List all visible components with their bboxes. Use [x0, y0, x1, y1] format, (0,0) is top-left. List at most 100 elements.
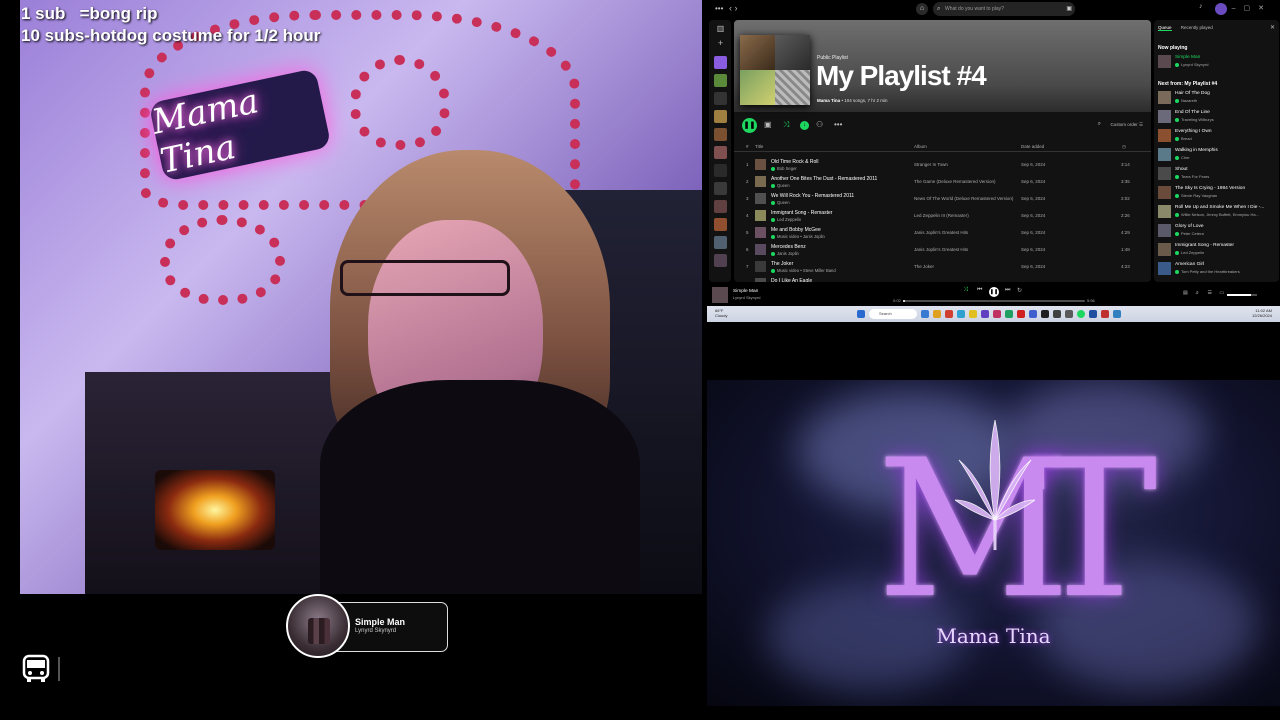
app-icon[interactable]	[857, 310, 865, 318]
library-item[interactable]	[714, 128, 727, 141]
playlist-owner[interactable]: Mama Tina	[817, 98, 840, 103]
player-title[interactable]: Simple Man	[733, 289, 758, 294]
bell-icon[interactable]: ♪	[1199, 3, 1203, 10]
app-icon[interactable]	[921, 310, 929, 318]
track-artist[interactable]: Led Zeppelin	[771, 217, 801, 222]
avatar[interactable]	[1215, 3, 1227, 15]
app-icon[interactable]	[969, 310, 977, 318]
track-artist[interactable]: Queen	[771, 183, 790, 188]
track-album[interactable]: Janis Joplin's Greatest Hits	[914, 247, 968, 252]
track-album[interactable]: The Joker	[914, 264, 934, 269]
preview-icon[interactable]: ▣	[764, 120, 772, 129]
queue-item[interactable]: American Girl Tom Petty and the Heartbrea…	[1158, 260, 1276, 276]
track-title[interactable]: The Joker	[771, 261, 793, 267]
progress-bar[interactable]	[903, 300, 1085, 302]
previous-icon[interactable]: ⏮	[977, 287, 982, 294]
track-title[interactable]: We Will Rock You - Remastered 2011	[771, 193, 854, 199]
queue-item[interactable]: Shout Tears For Fears	[1158, 165, 1276, 181]
spotify-icon[interactable]	[1077, 310, 1085, 318]
shuffle-icon[interactable]: ⤨	[963, 287, 968, 294]
library-item[interactable]	[714, 92, 727, 105]
track-row[interactable]: 2 Another One Bites The Dust - Remastered…	[734, 173, 1151, 190]
app-icon[interactable]	[981, 310, 989, 318]
app-icon[interactable]	[1017, 310, 1025, 318]
library-item[interactable]	[714, 56, 727, 69]
more-icon[interactable]: •••	[834, 120, 842, 129]
search-icon[interactable]: ⌕	[1098, 121, 1101, 128]
add-icon[interactable]: +	[714, 38, 727, 51]
library-item[interactable]	[714, 164, 727, 177]
track-artist[interactable]: Music video • Steve Miller Band	[771, 268, 836, 273]
app-icon[interactable]	[1065, 310, 1073, 318]
library-item[interactable]	[714, 110, 727, 123]
queue-item[interactable]: Walking in Memphis Cher	[1158, 146, 1276, 162]
queue-item[interactable]: The Sky Is Crying - 1984 Version Stevie R…	[1158, 184, 1276, 200]
app-icon[interactable]	[1029, 310, 1037, 318]
queue-item[interactable]: Everything I Own Bread	[1158, 127, 1276, 143]
track-row[interactable]: 1 Old Time Rock & Roll Bob Seger Stranger I…	[734, 156, 1151, 173]
track-album[interactable]: Led Zeppelin III (Remaster)	[914, 213, 969, 218]
next-icon[interactable]: ⏭	[1005, 287, 1010, 294]
track-row[interactable]: 5 Me and Bobby McGee Music video • Janis J…	[734, 224, 1151, 241]
track-title[interactable]: Do I Like An Eagle	[771, 278, 812, 282]
track-artist[interactable]: Janis Joplin	[771, 251, 799, 256]
queue-item[interactable]: End Of The Line Traveling Wilburys	[1158, 108, 1276, 124]
shuffle-icon[interactable]: ⤨	[783, 120, 789, 130]
track-title[interactable]: Another One Bites The Dust - Remastered …	[771, 176, 877, 182]
app-icon[interactable]	[1089, 310, 1097, 318]
track-album[interactable]: The Game (Deluxe Remastered Version)	[914, 179, 996, 184]
library-item[interactable]	[714, 254, 727, 267]
tab-queue[interactable]: Queue	[1158, 25, 1172, 31]
library-icon[interactable]: ▥	[714, 24, 727, 37]
track-row[interactable]: 3 We Will Rock You - Remastered 2011 Queen…	[734, 190, 1151, 207]
back-arrow-icon[interactable]: ‹ ›	[729, 3, 738, 13]
track-title[interactable]: Old Time Rock & Roll	[771, 159, 819, 165]
queue-item[interactable]: Glory of Love Peter Cetera	[1158, 222, 1276, 238]
library-item[interactable]	[714, 146, 727, 159]
add-user-icon[interactable]: ⚇	[816, 120, 823, 129]
track-album[interactable]: Janis Joplin's Greatest Hits	[914, 230, 968, 235]
library-item[interactable]	[714, 236, 727, 249]
menu-icon[interactable]: •••	[715, 4, 723, 13]
app-icon[interactable]	[933, 310, 941, 318]
sort-dropdown[interactable]: Custom order ☰	[1110, 122, 1143, 128]
queue-item[interactable]: Immigrant Song - Remaster Led Zeppelin	[1158, 241, 1276, 257]
app-icon[interactable]	[1113, 310, 1121, 318]
library-item[interactable]	[714, 218, 727, 231]
window-controls[interactable]: –▢✕	[1232, 4, 1272, 12]
track-album[interactable]: News Of The World (Deluxe Remastered Ver…	[914, 196, 1013, 201]
track-artist[interactable]: Bob Seger	[771, 166, 797, 171]
track-title[interactable]: Mercedes Benz	[771, 244, 806, 250]
app-icon[interactable]	[1041, 310, 1049, 318]
app-icon[interactable]	[993, 310, 1001, 318]
track-artist[interactable]: Queen	[771, 200, 790, 205]
repeat-icon[interactable]: ↻	[1017, 287, 1022, 294]
track-row[interactable]: 4 Immigrant Song - Remaster Led Zeppelin Le…	[734, 207, 1151, 224]
volume-slider[interactable]	[1227, 294, 1257, 296]
track-album[interactable]: Stranger In Town	[914, 162, 948, 167]
queue-now-playing[interactable]: Simple Man Lynyrd Skynyrd	[1158, 53, 1276, 69]
library-item[interactable]	[714, 74, 727, 87]
track-title[interactable]: Me and Bobby McGee	[771, 227, 821, 233]
app-icon[interactable]	[945, 310, 953, 318]
weather-widget[interactable]: 66°F Cloudy	[715, 308, 727, 318]
pause-button[interactable]: ❚❚	[989, 287, 999, 297]
track-row[interactable]: 7 The Joker Music video • Steve Miller Ban…	[734, 258, 1151, 275]
player-artist[interactable]: Lynyrd Skynyrd	[733, 295, 760, 300]
home-icon[interactable]: ⌂	[916, 3, 928, 15]
library-item[interactable]	[714, 182, 727, 195]
system-clock[interactable]: 11:02 AM 12/26/2024	[1252, 308, 1272, 318]
app-icon[interactable]	[1005, 310, 1013, 318]
device-controls[interactable]: ▤ ♬ ☰ ▭	[1183, 290, 1227, 296]
track-artist[interactable]: Music video • Janis Joplin	[771, 234, 825, 239]
browse-icon[interactable]: ▣	[1066, 2, 1072, 16]
track-row[interactable]: 8 Do I Like An Eagle	[734, 275, 1151, 282]
queue-item[interactable]: Hair Of The Dog Nazareth	[1158, 89, 1276, 105]
play-button[interactable]: ❚❚	[742, 118, 757, 133]
search-input[interactable]: ⌕ What do you want to play? ▣	[933, 2, 1075, 16]
app-icon[interactable]	[1053, 310, 1061, 318]
queue-item[interactable]: Roll Me Up and Smoke Me When I Die -... W…	[1158, 203, 1276, 219]
taskbar-search[interactable]: Search	[869, 309, 917, 319]
app-icon[interactable]	[957, 310, 965, 318]
tab-recently-played[interactable]: Recently played	[1181, 25, 1213, 30]
